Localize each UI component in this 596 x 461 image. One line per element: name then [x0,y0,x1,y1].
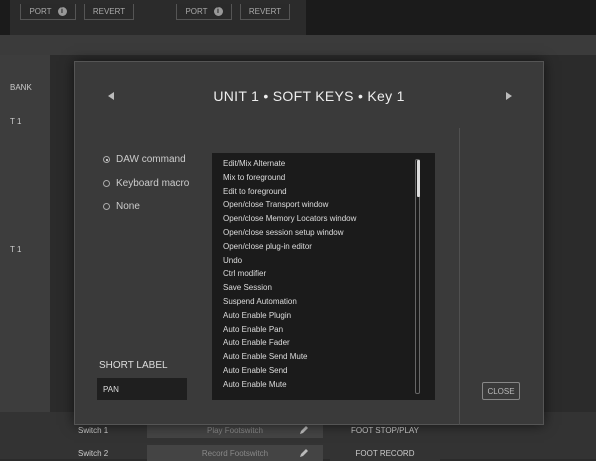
info-icon-2[interactable]: i [213,7,223,16]
row-value-text-1: FOOT STOP/PLAY [350,425,420,435]
revert-label: REVERT [92,7,126,16]
sidebar-label-bank: BANK [10,83,32,92]
command-list-item[interactable]: Auto Enable Send Mute [223,352,308,361]
command-list-item[interactable]: Auto Enable Mute [223,380,287,389]
row-label-switch-2: Switch 2 [78,449,109,458]
import-label-2: PORT [185,7,208,16]
option-daw-command-label: DAW command [116,154,186,165]
option-none-label: None [116,201,140,212]
command-list-item[interactable]: Mix to foreground [223,173,285,182]
row-label-switch-1: Switch 1 [78,426,109,435]
command-list-item[interactable]: Edit/Mix Alternate [223,159,285,168]
dialog-title: UNIT 1 • SOFT KEYS • Key 1 [213,88,405,104]
sidebar-label-unit-2: T 1 [10,245,22,254]
section-band [0,35,596,55]
option-keyboard-macro-label: Keyboard macro [116,178,190,189]
dialog-header: UNIT 1 • SOFT KEYS • Key 1 [75,62,543,128]
command-list-item[interactable]: Edit to foreground [223,187,287,196]
command-list-item[interactable]: Save Session [223,283,272,292]
command-list-item[interactable]: Open/close Transport window [223,200,328,209]
command-list-item[interactable]: Open/close session setup window [223,228,344,237]
command-list-item[interactable]: Open/close plug-in editor [223,242,312,251]
short-label-heading: SHORT LABEL [99,360,168,371]
option-daw-command[interactable]: DAW command [103,154,186,165]
import-label: PORT [29,7,52,16]
import-button[interactable]: PORT i [20,4,76,20]
info-icon[interactable]: i [57,7,67,16]
command-list-item[interactable]: Auto Enable Pan [223,325,283,334]
import-button-2[interactable]: PORT i [176,4,232,20]
command-list-item[interactable]: Suspend Automation [223,297,297,306]
command-list-item[interactable]: Auto Enable Plugin [223,311,291,320]
radio-icon[interactable] [103,203,110,210]
radio-icon[interactable] [103,180,110,187]
row-field-text-1: Play Footswitch [206,425,264,435]
command-list-item[interactable]: Open/close Memory Locators window [223,214,356,223]
revert-button[interactable]: REVERT [84,4,134,20]
sidebar: BANK T 1 T 1 T 1 [0,55,50,459]
dialog-divider [459,128,460,425]
revert-button-2[interactable]: REVERT [240,4,290,20]
next-key-arrow-icon[interactable] [506,92,512,100]
sidebar-label-unit: T 1 [10,117,22,126]
radio-selected-icon[interactable] [103,156,110,163]
top-bar: PORT i REVERT PORT i REVERT [0,0,596,35]
row-field-text-2: Record Footswitch [201,448,269,458]
pencil-icon[interactable] [299,448,309,458]
short-label-input[interactable] [97,378,187,400]
row-value-text-2: FOOT RECORD [355,448,415,458]
command-list-item[interactable]: Ctrl modifier [223,269,266,278]
close-button[interactable]: CLOSE [482,382,520,400]
revert-label-2: REVERT [248,7,282,16]
command-list-item[interactable]: Auto Enable Fader [223,338,290,347]
command-list-item[interactable]: Undo [223,256,242,265]
scrollbar-thumb[interactable] [417,160,420,197]
command-list-item[interactable]: Auto Enable Send [223,366,288,375]
pencil-icon[interactable] [299,425,309,435]
daw-command-list[interactable]: Edit/Mix Alternate Mix to foreground Edit … [212,153,435,400]
option-none[interactable]: None [103,201,140,212]
soft-key-dialog: UNIT 1 • SOFT KEYS • Key 1 DAW command K… [74,61,544,425]
option-keyboard-macro[interactable]: Keyboard macro [103,178,189,189]
